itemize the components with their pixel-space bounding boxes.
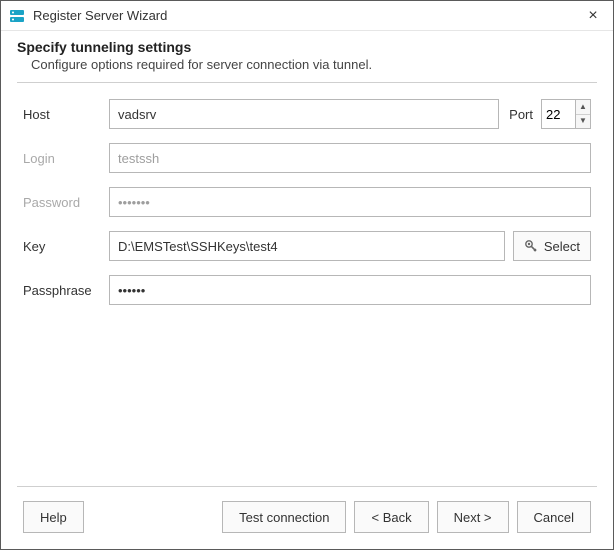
form-area: Host Port ▲ ▼ Login Password Key bbox=[1, 83, 613, 486]
passphrase-input[interactable] bbox=[109, 275, 591, 305]
key-input[interactable] bbox=[109, 231, 505, 261]
password-input[interactable] bbox=[109, 187, 591, 217]
test-connection-button[interactable]: Test connection bbox=[222, 501, 346, 533]
select-key-label: Select bbox=[544, 239, 580, 254]
port-down-button[interactable]: ▼ bbox=[576, 115, 590, 129]
close-icon[interactable]: × bbox=[581, 8, 605, 24]
row-host: Host Port ▲ ▼ bbox=[23, 99, 591, 129]
cancel-button[interactable]: Cancel bbox=[517, 501, 591, 533]
row-password: Password bbox=[23, 187, 591, 217]
login-label: Login bbox=[23, 151, 109, 166]
login-input[interactable] bbox=[109, 143, 591, 173]
port-spinner: ▲ ▼ bbox=[575, 99, 591, 129]
port-label: Port bbox=[509, 107, 533, 122]
port-stepper: ▲ ▼ bbox=[541, 99, 591, 129]
help-button[interactable]: Help bbox=[23, 501, 84, 533]
password-label: Password bbox=[23, 195, 109, 210]
passphrase-label: Passphrase bbox=[23, 283, 109, 298]
row-key: Key Select bbox=[23, 231, 591, 261]
app-icon bbox=[9, 8, 25, 24]
port-input[interactable] bbox=[541, 99, 575, 129]
window-title: Register Server Wizard bbox=[33, 8, 167, 23]
host-label: Host bbox=[23, 107, 109, 122]
row-login: Login bbox=[23, 143, 591, 173]
back-button[interactable]: < Back bbox=[354, 501, 428, 533]
wizard-header: Specify tunneling settings Configure opt… bbox=[1, 31, 613, 82]
page-title: Specify tunneling settings bbox=[17, 39, 597, 55]
wizard-window: Register Server Wizard × Specify tunneli… bbox=[0, 0, 614, 550]
host-input[interactable] bbox=[109, 99, 499, 129]
next-button[interactable]: Next > bbox=[437, 501, 509, 533]
select-key-button[interactable]: Select bbox=[513, 231, 591, 261]
row-passphrase: Passphrase bbox=[23, 275, 591, 305]
port-up-button[interactable]: ▲ bbox=[576, 100, 590, 115]
key-icon bbox=[524, 239, 538, 253]
key-label: Key bbox=[23, 239, 109, 254]
footer: Help Test connection < Back Next > Cance… bbox=[17, 486, 597, 549]
titlebar: Register Server Wizard × bbox=[1, 1, 613, 31]
page-subtitle: Configure options required for server co… bbox=[17, 57, 597, 72]
